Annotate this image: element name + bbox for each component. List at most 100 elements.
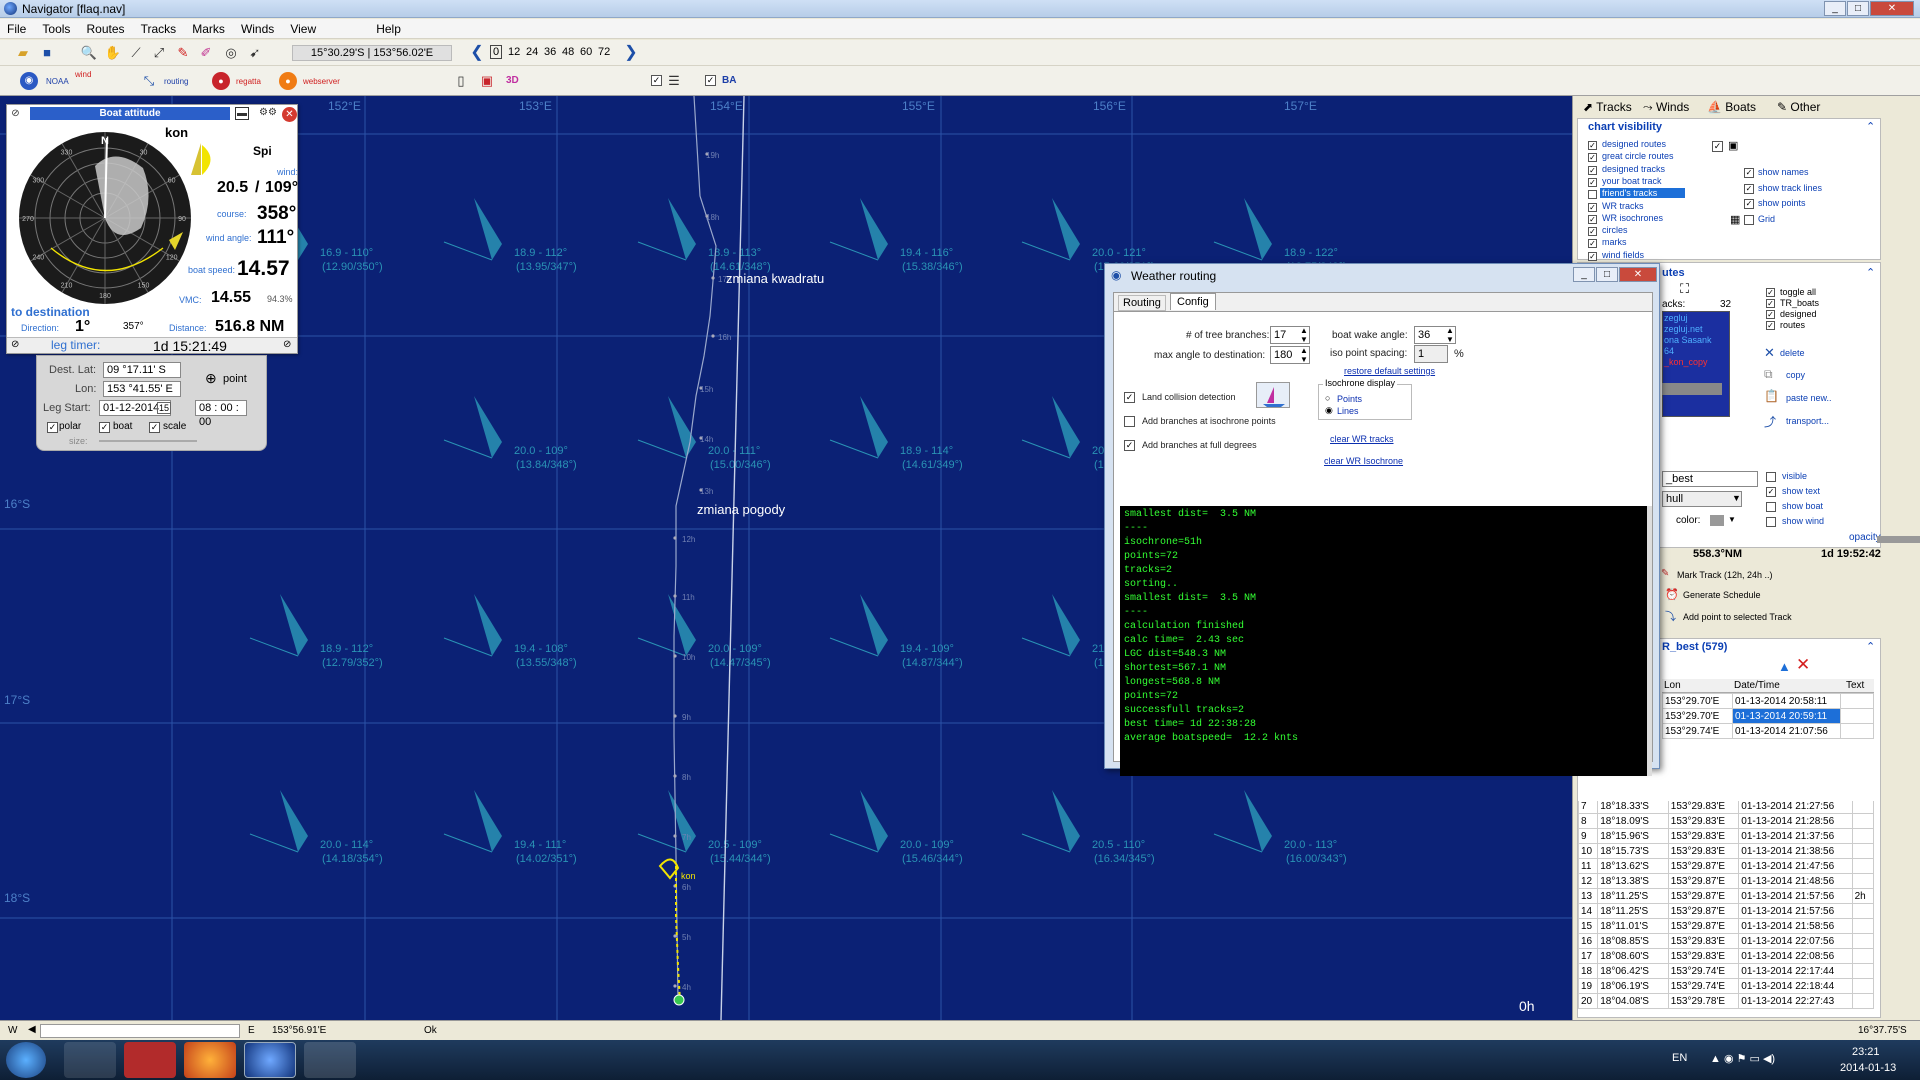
cv-option-checkbox[interactable]: ✓ — [1744, 199, 1754, 209]
table-row[interactable]: 153°29.70'E 01-13-2014 20:59:11 — [1662, 708, 1874, 724]
track-point[interactable] — [673, 594, 677, 598]
3d-button[interactable]: 3D — [506, 75, 519, 86]
menu-routes[interactable]: Routes — [79, 19, 130, 36]
mark-track-icon[interactable]: ✎ — [1661, 568, 1669, 579]
point-button[interactable]: point — [223, 373, 247, 385]
resize-icon[interactable]: ⊘ — [283, 339, 291, 350]
schedule-icon[interactable]: ⏰ — [1665, 588, 1679, 601]
table-row[interactable]: 153°29.70'E 01-13-2014 20:58:11 — [1662, 693, 1874, 709]
close-panel-icon[interactable]: ✕ — [282, 107, 297, 122]
log-scrollbar[interactable] — [1647, 506, 1652, 776]
copy-icon[interactable]: ⧉ — [1764, 367, 1773, 382]
land-collision-checkbox[interactable]: ✓ — [1124, 392, 1135, 403]
track-points-collapse-icon[interactable]: ⌃ — [1866, 640, 1875, 653]
noaa-label[interactable]: NOAA — [46, 77, 69, 86]
track-points-table[interactable]: 4 18°22.77'S 153°29.75'E 01-13-2014 21:0… — [1578, 801, 1874, 1017]
wind-barb[interactable] — [637, 198, 696, 261]
visibility-checkbox[interactable] — [1766, 517, 1776, 527]
cv-item[interactable]: great circle routes — [1600, 151, 1674, 161]
wind-barb[interactable] — [637, 790, 696, 853]
route-list-item[interactable]: zegluj — [1664, 313, 1688, 323]
dest-lon-input[interactable]: 153 °41.55' E — [103, 381, 181, 397]
col-text[interactable]: Text — [1846, 680, 1864, 691]
boat-track[interactable] — [675, 866, 681, 1002]
routing-icon[interactable]: ⤡ — [140, 72, 158, 90]
table-row[interactable]: 14 18°11.25'S 153°29.87'E 01-13-2014 21:… — [1578, 903, 1874, 919]
wind-barb[interactable] — [443, 594, 502, 657]
layer-checkbox[interactable]: ✓ — [651, 75, 662, 86]
wr-maximize-button[interactable]: □ — [1596, 267, 1618, 282]
tab-routing[interactable]: Routing — [1118, 295, 1166, 311]
table-row[interactable]: 19 18°06.19'S 153°29.74'E 01-13-2014 22:… — [1578, 978, 1874, 994]
menu-tools[interactable]: Tools — [35, 19, 76, 36]
visibility-checkbox[interactable]: ✓ — [1766, 487, 1776, 497]
scroll-left-icon[interactable]: ◀ — [28, 1024, 36, 1035]
restore-defaults-link[interactable]: restore default settings — [1344, 366, 1435, 376]
hour-12[interactable]: 12 — [508, 46, 520, 58]
menu-marks[interactable]: Marks — [185, 19, 231, 36]
menu-view[interactable]: View — [283, 19, 322, 36]
scale-checkbox[interactable]: ✓ — [149, 422, 160, 433]
close-button[interactable]: ✕ — [1870, 1, 1914, 16]
hour-0[interactable]: 0 — [490, 45, 503, 59]
polar-checkbox[interactable]: ✓ — [47, 422, 58, 433]
table-row[interactable]: 11 18°13.62'S 153°29.87'E 01-13-2014 21:… — [1578, 858, 1874, 874]
route-list-item[interactable]: ona Sasank — [1664, 335, 1712, 345]
pointer-icon[interactable]: ➹ — [246, 44, 264, 62]
menu-file[interactable]: File — [0, 19, 32, 36]
time-forward-icon[interactable]: ❯ — [622, 44, 640, 62]
route-list-item[interactable]: zegluj.net — [1664, 324, 1703, 334]
cv-checkbox[interactable]: ✓ — [1588, 165, 1597, 175]
table-row[interactable]: 15 18°11.01'S 153°29.87'E 01-13-2014 21:… — [1578, 918, 1874, 934]
opacity-slider[interactable] — [1877, 536, 1920, 543]
cv-checkbox[interactable]: ✓ — [1588, 141, 1597, 150]
col-lon[interactable]: Lon — [1664, 680, 1681, 691]
wind-barb[interactable] — [829, 198, 888, 261]
language-indicator[interactable]: EN — [1672, 1052, 1687, 1064]
track-point[interactable] — [673, 714, 677, 718]
minimize-button[interactable]: _ — [1824, 1, 1846, 16]
land-collision-icon[interactable] — [1256, 382, 1290, 408]
taskbar-app-2[interactable] — [124, 1042, 176, 1078]
ba-checkbox[interactable]: ✓ — [705, 75, 716, 86]
minimize-panel-icon[interactable]: ▬ — [235, 107, 249, 120]
cv-item[interactable]: WR tracks — [1600, 201, 1644, 211]
add-point-icon[interactable]: ⤵ — [1665, 608, 1676, 624]
pin-icon[interactable]: ⊘ — [9, 107, 22, 120]
lines-radio[interactable]: ◉ — [1325, 405, 1333, 416]
tab-other[interactable]: ✎ Other — [1773, 98, 1824, 116]
cv-item[interactable]: WR isochrones — [1600, 213, 1663, 223]
cv-options-icon[interactable]: ▣ — [1728, 139, 1738, 152]
open-folder-icon[interactable]: ▰ — [14, 44, 32, 62]
tree-branches-spinner-icon[interactable]: ▲ ▼ — [1300, 326, 1308, 344]
wind-barb[interactable] — [249, 594, 308, 657]
menu-winds[interactable]: Winds — [234, 19, 280, 36]
size-slider[interactable] — [99, 440, 197, 442]
cv-item[interactable]: your boat track — [1600, 176, 1662, 186]
cv-item[interactable]: circles — [1600, 225, 1628, 235]
delete-icon[interactable]: ✕ — [1764, 345, 1775, 361]
wind-barb[interactable] — [829, 396, 888, 459]
cv-item[interactable]: wind fields — [1600, 250, 1644, 260]
ba-label[interactable]: BA — [722, 75, 736, 86]
tab-boats[interactable]: ⛵ Boats — [1703, 98, 1760, 116]
hour-48[interactable]: 48 — [562, 46, 574, 58]
table-top-rows[interactable]: 153°29.70'E 01-13-2014 20:58:11 153°29.7… — [1662, 693, 1874, 801]
cv-checkbox[interactable]: ✓ — [1588, 239, 1597, 249]
menu-help[interactable]: Help — [369, 19, 407, 36]
toggle-checkbox[interactable]: ✓ — [1766, 321, 1775, 330]
measure-icon[interactable]: ⟋ — [127, 44, 145, 62]
cv-option-checkbox[interactable]: ✓ — [1744, 183, 1754, 194]
paste-icon[interactable]: 📋 — [1764, 389, 1779, 403]
track-point[interactable] — [673, 834, 677, 838]
track-point[interactable] — [673, 984, 677, 988]
paint-icon[interactable] — [304, 1042, 356, 1078]
branches-full-checkbox[interactable]: ✓ — [1124, 440, 1135, 451]
webserver-icon[interactable]: ● — [279, 72, 297, 90]
generate-schedule-button[interactable]: Generate Schedule — [1683, 590, 1761, 600]
route-list-selected[interactable] — [1662, 383, 1722, 395]
wind-barb[interactable] — [443, 198, 502, 261]
wind-barb[interactable] — [443, 396, 502, 459]
regatta-label[interactable]: regatta — [236, 77, 261, 86]
calendar-icon[interactable]: 15 — [157, 402, 172, 414]
